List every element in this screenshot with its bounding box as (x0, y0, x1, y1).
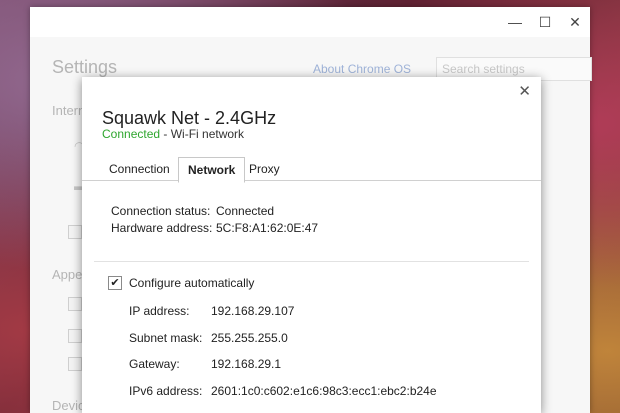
connection-status-value: Connected (216, 204, 275, 218)
hardware-address-label: Hardware address: (111, 221, 213, 235)
section-internet: Intern (52, 103, 86, 118)
tab-connection[interactable]: Connection (100, 157, 179, 180)
about-chrome-os-link[interactable]: About Chrome OS (313, 62, 411, 76)
network-type: - Wi-Fi network (160, 127, 245, 141)
search-placeholder: Search settings (442, 62, 525, 76)
tab-proxy[interactable]: Proxy (240, 157, 289, 180)
ip-address-label: IP address: (129, 304, 190, 318)
ipv6-address-label: IPv6 address: (129, 384, 203, 398)
section-divider (94, 261, 529, 262)
configure-automatically-label[interactable]: Configure automatically (129, 276, 254, 290)
connected-status: Connected (102, 127, 161, 141)
ipv6-address-value: 2601:1c0:c602:e1c6:98c3:ecc1:ebc2:b24e (211, 384, 437, 398)
configure-automatically-checkbox[interactable]: ✔ (108, 276, 122, 290)
background-checkbox[interactable] (68, 329, 82, 343)
background-checkbox[interactable] (68, 225, 82, 239)
minimize-button[interactable]: — (505, 12, 525, 32)
ip-address-value: 192.168.29.107 (211, 304, 295, 318)
section-appearance: Appe (52, 267, 83, 282)
background-button[interactable] (68, 297, 82, 311)
tab-bar: Connection Network Proxy (100, 157, 541, 183)
window-titlebar[interactable]: — ☐ ✕ (30, 7, 590, 37)
subnet-mask-label: Subnet mask: (129, 331, 203, 345)
gateway-value: 192.168.29.1 (211, 357, 282, 371)
background-checkbox[interactable] (68, 357, 82, 371)
section-device: Devic (52, 398, 85, 413)
dialog-close-button[interactable]: ✕ (518, 82, 531, 100)
hardware-address-value: 5C:F8:A1:62:0E:47 (216, 221, 319, 235)
network-details-dialog: ✕ Squawk Net - 2.4GHz Connected - Wi-Fi … (82, 77, 541, 413)
subnet-mask-value: 255.255.255.0 (211, 331, 288, 345)
page-title: Settings (52, 57, 118, 77)
network-status-line: Connected - Wi-Fi network (102, 127, 244, 141)
maximize-button[interactable]: ☐ (535, 12, 555, 32)
window-close-button[interactable]: ✕ (565, 12, 585, 32)
tab-network[interactable]: Network (178, 157, 246, 183)
connection-status-label: Connection status: (111, 204, 211, 218)
network-name-title: Squawk Net - 2.4GHz (102, 108, 277, 128)
gateway-label: Gateway: (129, 357, 180, 371)
